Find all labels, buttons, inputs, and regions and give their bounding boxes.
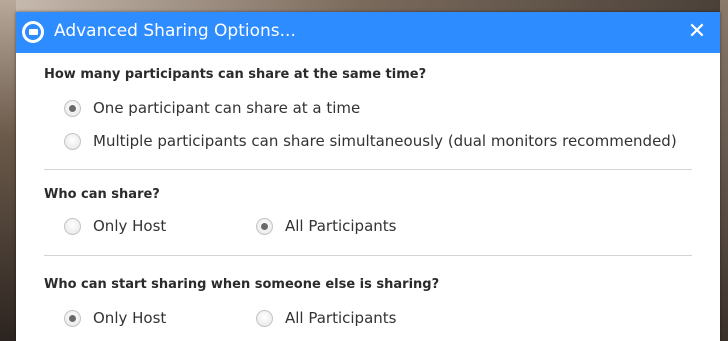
close-button[interactable]: ✕: [684, 19, 710, 45]
radio-button-selected[interactable]: [64, 99, 81, 117]
background-left: [0, 0, 16, 341]
question-who-can-share: Who can share?: [44, 187, 160, 202]
radio-label: Only Host: [93, 309, 167, 327]
radio-label: One participant can share at a time: [93, 99, 361, 117]
divider: [44, 255, 692, 256]
dialog-title: Advanced Sharing Options...: [54, 21, 296, 41]
radio-label: Only Host: [93, 217, 167, 235]
close-icon: ✕: [687, 19, 707, 44]
radio-button-selected[interactable]: [256, 217, 273, 235]
radio-label: All Participants: [285, 309, 397, 327]
radio-button-selected[interactable]: [64, 309, 81, 327]
title-bar[interactable]: Advanced Sharing Options... ✕: [16, 12, 720, 53]
radio-label: Multiple participants can share simultan…: [93, 132, 677, 150]
question-share-count: How many participants can share at the s…: [44, 67, 427, 82]
background-right: [720, 0, 728, 341]
background-top: [0, 0, 728, 12]
radio-share-all-participants[interactable]: All Participants: [256, 217, 396, 235]
radio-label: All Participants: [285, 217, 397, 235]
radio-start-all-participants[interactable]: All Participants: [256, 309, 396, 327]
radio-button[interactable]: [256, 309, 273, 327]
advanced-sharing-dialog: Advanced Sharing Options... ✕ How many p…: [16, 12, 720, 341]
question-start-sharing: Who can start sharing when someone else …: [44, 277, 440, 292]
radio-button[interactable]: [64, 217, 81, 235]
radio-one-participant[interactable]: One participant can share at a time: [64, 99, 360, 117]
radio-button[interactable]: [64, 132, 81, 150]
radio-start-only-host[interactable]: Only Host: [64, 309, 166, 327]
radio-multiple-participants[interactable]: Multiple participants can share simultan…: [64, 132, 677, 150]
zoom-app-icon: [22, 21, 44, 43]
divider: [44, 169, 692, 170]
radio-share-only-host[interactable]: Only Host: [64, 217, 166, 235]
